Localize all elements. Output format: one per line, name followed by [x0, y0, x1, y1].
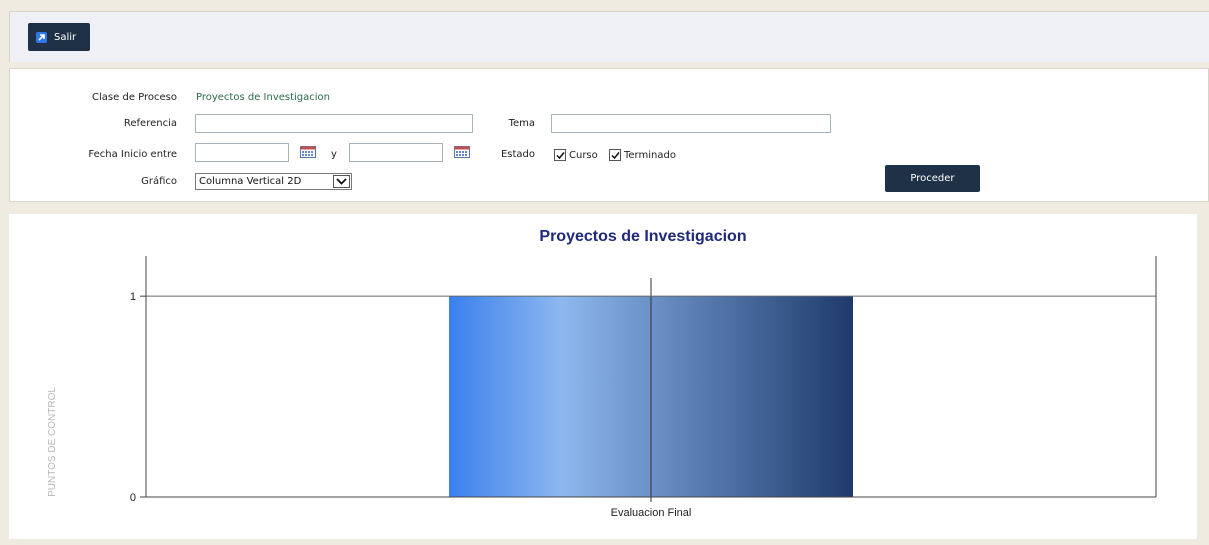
y-tick-label: 1	[130, 291, 136, 303]
fecha-to-input[interactable]	[349, 143, 443, 162]
fecha-label: Fecha Inicio entre	[88, 149, 177, 160]
checkmark-icon	[611, 152, 620, 160]
referencia-label: Referencia	[123, 118, 177, 129]
calendar-icon[interactable]	[454, 146, 470, 158]
toolbar: Salir	[9, 11, 1209, 62]
estado-curso-label: Curso	[569, 150, 598, 161]
fecha-from-input[interactable]	[195, 143, 289, 162]
exit-arrow-icon	[36, 31, 47, 43]
chart-panel: Proyectos de Investigacion PUNTOS DE CON…	[9, 214, 1197, 539]
tema-label: Tema	[508, 118, 535, 129]
exit-button[interactable]: Salir	[28, 23, 90, 51]
referencia-input[interactable]	[195, 114, 473, 133]
exit-label: Salir	[54, 31, 77, 43]
estado-terminado-label: Terminado	[624, 150, 676, 161]
clase-value: Proyectos de Investigacion	[196, 92, 331, 103]
y-tick-label: 0	[130, 492, 136, 504]
fecha-y-label: y	[331, 149, 337, 160]
bar-chart: Proyectos de Investigacion PUNTOS DE CON…	[47, 228, 1157, 519]
clase-label: Clase de Proceso	[92, 92, 177, 103]
x-tick-label: Evaluacion Final	[611, 507, 692, 519]
tema-input[interactable]	[551, 114, 831, 133]
estado-curso-checkbox[interactable]	[554, 149, 566, 161]
estado-label: Estado	[500, 149, 535, 160]
grafico-select[interactable]: Columna Vertical 2D	[195, 173, 352, 190]
y-axis-label: PUNTOS DE CONTROL	[47, 387, 58, 497]
chart-title: Proyectos de Investigacion	[539, 228, 746, 245]
checkmark-icon	[556, 152, 565, 160]
filter-form: Clase de Proceso Proyectos de Investigac…	[9, 68, 1209, 202]
proceder-button[interactable]: Proceder	[885, 165, 980, 192]
grafico-selected-value: Columna Vertical 2D	[199, 176, 302, 187]
chevron-down-icon[interactable]	[333, 175, 350, 188]
grafico-label: Gráfico	[141, 176, 177, 187]
calendar-icon[interactable]	[300, 146, 316, 158]
estado-terminado-checkbox[interactable]	[609, 149, 621, 161]
